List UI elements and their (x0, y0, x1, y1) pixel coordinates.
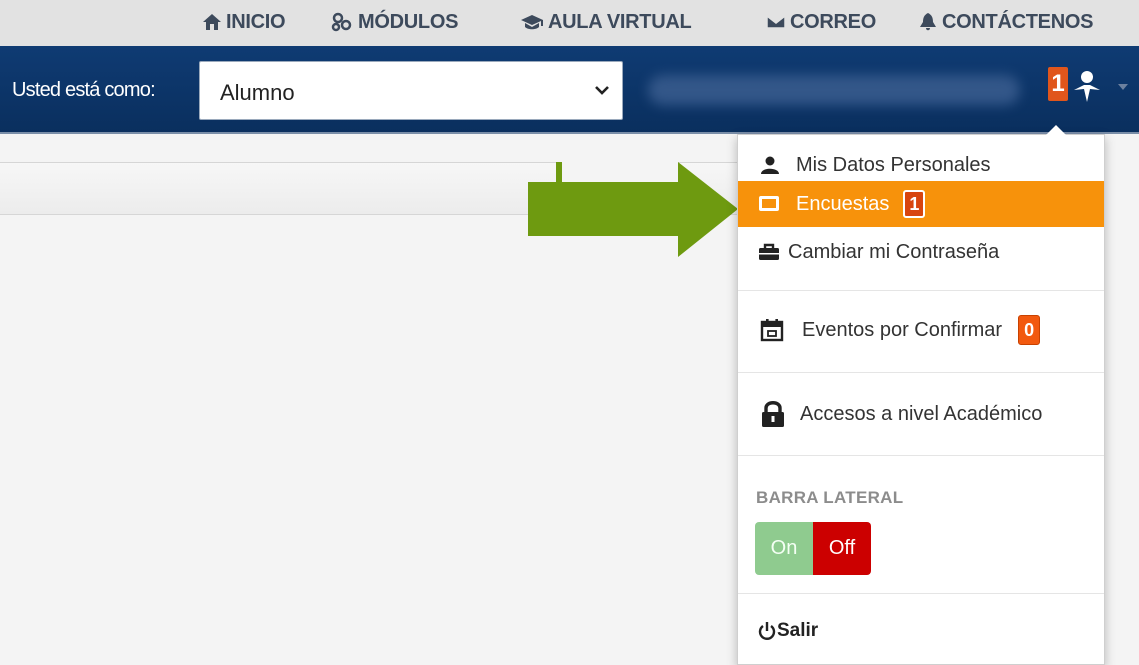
nav-inicio-label: INICIO (226, 10, 286, 33)
nav-correo-label: CORREO (790, 10, 876, 33)
nav-contactenos-label: CONTÁCTENOS (942, 10, 1094, 33)
nav-modulos[interactable]: MÓDULOS (330, 8, 458, 36)
user-name-blurred (648, 75, 1020, 105)
briefcase-icon (759, 243, 779, 260)
toggle-on-option[interactable]: On (755, 522, 813, 575)
menu-divider (738, 372, 1104, 373)
user-dropdown-menu: Mis Datos Personales Encuestas 1 Cambiar… (737, 125, 1105, 665)
role-select[interactable]: Alumno (199, 61, 623, 120)
power-icon (758, 622, 776, 640)
menu-divider (738, 593, 1104, 594)
menu-divider (738, 290, 1104, 291)
role-select-value: Alumno (220, 80, 295, 105)
logout-label: Salir (777, 620, 819, 641)
menu-item-accesos-label: Accesos a nivel Académico (800, 402, 1043, 425)
notification-badge[interactable]: 1 (1048, 67, 1068, 101)
header-bar: Usted está como: Alumno 1 (0, 46, 1139, 134)
user-icon (761, 156, 779, 174)
dropdown-pointer (1046, 125, 1066, 135)
nav-modulos-label: MÓDULOS (358, 10, 459, 33)
menu-divider (738, 455, 1104, 456)
menu-item-eventos-label: Eventos por Confirmar (802, 318, 1003, 341)
barra-lateral-heading: BARRA LATERAL (756, 488, 904, 507)
sidebar-toggle[interactable]: On Off (755, 522, 871, 575)
calendar-icon (760, 319, 784, 342)
survey-icon (759, 196, 779, 211)
menu-item-encuestas[interactable]: Encuestas 1 (738, 181, 1104, 227)
menu-item-mis-datos-label: Mis Datos Personales (796, 153, 991, 176)
toggle-off-option[interactable]: Off (813, 522, 871, 575)
user-menu-icon[interactable] (1070, 68, 1106, 102)
user-menu-caret-icon[interactable] (1118, 84, 1128, 90)
menu-item-encuestas-label: Encuestas (796, 192, 890, 215)
green-arrow-annotation (528, 162, 738, 257)
nav-contactenos[interactable]: CONTÁCTENOS (918, 8, 1093, 36)
lock-icon (762, 401, 784, 427)
nav-aula-virtual-label: AULA VIRTUAL (548, 10, 692, 33)
nav-inicio[interactable]: INICIO (202, 8, 286, 36)
role-label: Usted está como: (12, 79, 156, 101)
menu-item-accesos[interactable]: Accesos a nivel Académico (738, 391, 1104, 437)
menu-item-eventos[interactable]: Eventos por Confirmar 0 (738, 307, 1104, 353)
modules-icon (331, 12, 352, 32)
top-navigation: INICIO MÓDULOS AULA VIRTUAL CORREO CONTÁ… (0, 0, 1139, 46)
graduation-cap-icon (521, 15, 543, 30)
envelope-icon (766, 15, 786, 29)
chevron-down-icon (595, 86, 609, 95)
nav-aula-virtual[interactable]: AULA VIRTUAL (520, 8, 692, 36)
eventos-count-badge: 0 (1018, 315, 1041, 345)
menu-item-cambiar-contrasena-label: Cambiar mi Contraseña (788, 240, 1000, 263)
home-icon (203, 14, 221, 30)
encuestas-count-badge: 1 (903, 190, 926, 218)
nav-correo[interactable]: CORREO (766, 8, 876, 36)
logout-button[interactable]: Salir (758, 620, 818, 642)
bell-icon (920, 13, 936, 31)
menu-item-cambiar-contrasena[interactable]: Cambiar mi Contraseña (738, 229, 1104, 275)
